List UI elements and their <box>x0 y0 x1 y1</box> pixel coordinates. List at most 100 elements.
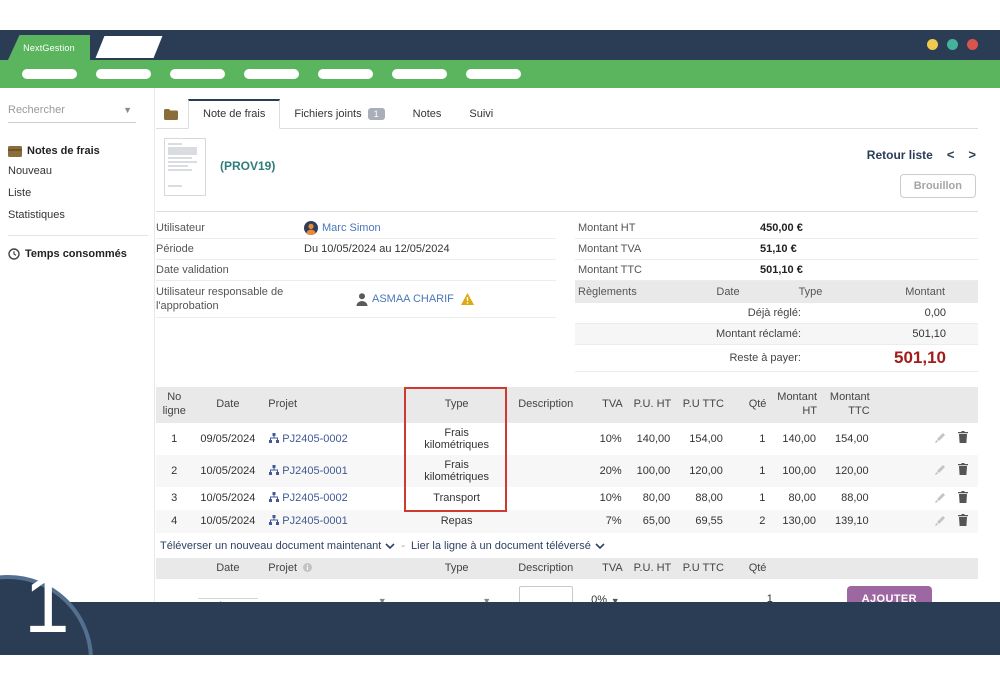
brand-name: NextGestion <box>23 43 75 53</box>
line-montant-ht: 130,00 <box>771 510 822 533</box>
sidebar-section-notes-de-frais[interactable]: Notes de frais <box>8 145 144 157</box>
montant-ht-value: 450,00 € <box>760 222 978 234</box>
line-montant-ttc: 88,00 <box>822 487 875 510</box>
line-description <box>508 455 583 487</box>
line-qte: 2 <box>729 510 772 533</box>
top-bar: NextGestion <box>0 30 1000 60</box>
delete-line-icon[interactable] <box>958 514 968 529</box>
user-link[interactable]: Marc Simon <box>322 222 381 234</box>
edit-line-icon[interactable] <box>935 515 946 529</box>
warning-icon <box>461 293 474 305</box>
field-label: Montant TTC <box>578 264 760 276</box>
sidebar: Rechercher ▼ Notes de frais Nouveau List… <box>0 88 155 602</box>
line-qte: 1 <box>729 487 772 510</box>
column-header: Projet <box>263 387 405 423</box>
status-brouillon-button[interactable]: Brouillon <box>900 174 976 198</box>
edit-line-icon[interactable] <box>935 432 946 446</box>
column-header: Description <box>508 387 583 423</box>
table-header-row: No ligne Date Projet Type Description TV… <box>156 387 978 423</box>
line-description <box>508 423 583 455</box>
folder-icon <box>164 109 178 120</box>
menu-item-redacted[interactable] <box>318 69 373 79</box>
sidebar-item-liste[interactable]: Liste <box>8 186 144 201</box>
delete-line-icon[interactable] <box>958 491 968 506</box>
line-tva: 7% <box>583 510 628 533</box>
column-header: Type <box>405 387 508 423</box>
line-type: Frais kilométriques <box>405 423 508 455</box>
delete-line-icon[interactable] <box>958 463 968 478</box>
total-row: Montant réclamé: 501,10 <box>575 324 978 345</box>
details-panel: Utilisateur Marc Simon Période Du 10/05/… <box>156 218 556 387</box>
tab-label: Fichiers joints <box>294 108 361 120</box>
total-label: Déjà réglé: <box>575 307 858 319</box>
field-label: Utilisateur responsable de l'approbation <box>156 285 304 314</box>
next-record-button[interactable]: > <box>968 147 976 162</box>
tab-label: Notes <box>413 108 442 120</box>
sidebar-section-title: Temps consommés <box>25 248 127 260</box>
project-link[interactable]: PJ2405-0002 <box>269 433 347 445</box>
tab-suivi[interactable]: Suivi <box>455 101 507 128</box>
chevron-down-icon <box>385 543 395 549</box>
column-header: Montant HT <box>771 387 822 423</box>
table-row: 310/05/2024PJ2405-0002Transport10%80,008… <box>156 487 978 510</box>
project-icon <box>269 492 279 502</box>
tab-note-de-frais[interactable]: Note de frais <box>188 99 280 129</box>
period-value: Du 10/05/2024 au 12/05/2024 <box>304 243 450 255</box>
line-date: 10/05/2024 <box>192 487 263 510</box>
menu-item-redacted[interactable] <box>392 69 447 79</box>
separator: - <box>401 540 405 552</box>
link-label: Téléverser un nouveau document maintenan… <box>160 540 381 552</box>
brand-tab[interactable]: NextGestion <box>8 35 90 60</box>
project-link[interactable]: PJ2405-0001 <box>269 515 347 527</box>
approver-link[interactable]: ASMAA CHARIF <box>372 293 454 305</box>
menu-item-redacted[interactable] <box>466 69 521 79</box>
tab-notes[interactable]: Notes <box>399 101 456 128</box>
edit-line-icon[interactable] <box>935 464 946 478</box>
page-title: (PROV19) <box>220 159 275 173</box>
column-header: Date <box>693 286 763 298</box>
user-icon <box>356 293 368 306</box>
field-label: Date validation <box>156 263 304 277</box>
line-montant-ht: 100,00 <box>771 455 822 487</box>
sidebar-item-nouveau[interactable]: Nouveau <box>8 164 144 179</box>
line-number: 3 <box>156 487 192 510</box>
upload-document-link[interactable]: Téléverser un nouveau document maintenan… <box>160 540 395 552</box>
menu-item-redacted[interactable] <box>244 69 299 79</box>
window-dot-teal[interactable] <box>947 39 958 50</box>
tab-label: Suivi <box>469 108 493 120</box>
project-link[interactable]: PJ2405-0001 <box>269 465 347 477</box>
tab-fichiers-joints[interactable]: Fichiers joints 1 <box>280 101 398 128</box>
project-icon <box>269 433 279 443</box>
montant-ttc-value: 501,10 € <box>760 264 978 276</box>
total-row: Reste à payer: 501,10 <box>575 345 978 372</box>
window-dot-red[interactable] <box>967 39 978 50</box>
reglements-header: Règlements Date Type Montant <box>575 281 978 303</box>
reste-a-payer-value: 501,10 <box>858 348 978 368</box>
search-placeholder: Rechercher <box>8 104 65 116</box>
back-to-list-link[interactable]: Retour liste <box>867 148 933 162</box>
prev-record-button[interactable]: < <box>947 147 955 162</box>
table-row: 410/05/2024PJ2405-0001Repas7%65,0069,552… <box>156 510 978 533</box>
sidebar-section-temps-consommes[interactable]: Temps consommés <box>8 248 144 260</box>
montant-reclame-value: 501,10 <box>858 328 978 340</box>
line-type: Repas <box>405 510 508 533</box>
attachments-count-badge: 1 <box>368 108 385 120</box>
line-pu-ttc: 154,00 <box>676 423 729 455</box>
receipt-thumbnail[interactable] <box>164 138 206 196</box>
line-type: Frais kilométriques <box>405 455 508 487</box>
menu-item-redacted[interactable] <box>22 69 77 79</box>
window-dot-yellow[interactable] <box>927 39 938 50</box>
line-qte: 1 <box>729 455 772 487</box>
document-header: (PROV19) Retour liste < > Brouillon <box>156 129 978 212</box>
menu-item-redacted[interactable] <box>96 69 151 79</box>
menu-item-redacted[interactable] <box>170 69 225 79</box>
edit-line-icon[interactable] <box>935 492 946 506</box>
sidebar-item-statistiques[interactable]: Statistiques <box>8 208 144 223</box>
sidebar-section-title: Notes de frais <box>27 145 100 157</box>
line-number: 2 <box>156 455 192 487</box>
link-document-link[interactable]: Lier la ligne à un document téléversé <box>411 540 605 552</box>
table-row: 109/05/2024PJ2405-0002Frais kilométrique… <box>156 423 978 455</box>
project-link[interactable]: PJ2405-0002 <box>269 492 347 504</box>
delete-line-icon[interactable] <box>958 431 968 446</box>
search-select[interactable]: Rechercher ▼ <box>8 102 136 123</box>
